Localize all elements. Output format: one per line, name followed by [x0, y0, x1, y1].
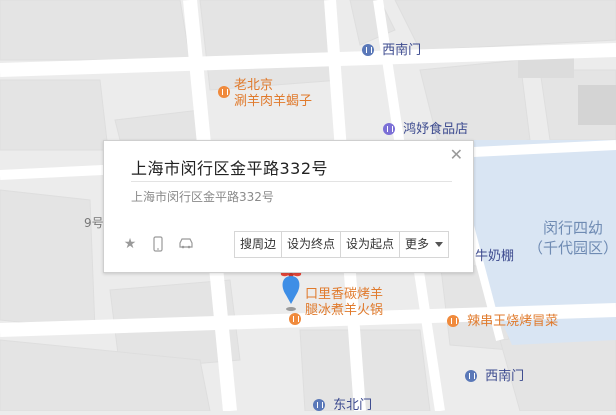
set-end-button[interactable]: 设为终点 — [282, 232, 342, 257]
poi-lachuanwang-label: 辣串王烧烤冒菜 — [467, 314, 559, 329]
more-button[interactable]: 更多 — [400, 232, 448, 257]
area-label-line2: （千代园区） — [528, 239, 616, 257]
popup-title: 上海市闵行区金平路332号 — [131, 159, 329, 178]
poi-xinanmen-top[interactable]: 西南门 — [362, 43, 421, 60]
poi-niunaipeng-label: 牛奶棚 — [475, 249, 515, 264]
poi-laobeijing[interactable]: 老北京 涮羊肉羊蝎子 — [218, 78, 312, 110]
restaurant-icon — [447, 315, 459, 327]
chevron-down-icon — [435, 242, 444, 247]
poi-kouli-line2: 腿冰煮羊火锅 — [305, 303, 384, 318]
close-icon[interactable]: ✕ — [450, 147, 463, 163]
restaurant-icon — [218, 86, 230, 98]
star-icon[interactable]: ★ — [122, 236, 138, 252]
location-marker-icon[interactable] — [279, 268, 303, 312]
popup-tools: ★ — [122, 236, 194, 252]
more-label: 更多 — [405, 237, 430, 251]
location-popup: ✕ 上海市闵行区金平路332号 上海市闵行区金平路332号 ★ 搜周边 设为终点… — [103, 140, 474, 273]
gate-icon — [465, 370, 477, 382]
poi-dongbeimen-label: 东北门 — [333, 398, 373, 413]
gate-icon — [313, 399, 325, 411]
poi-kouli-line1: 口里香碳烤羊 — [305, 287, 384, 302]
area-label-school: 闵行四幼 （千代园区） — [528, 218, 616, 258]
area-label-line1: 闵行四幼 — [543, 219, 604, 237]
poi-hongyu[interactable]: 鸿妤食品店 — [383, 122, 468, 139]
poi-xinanmen-top-label: 西南门 — [382, 43, 422, 58]
poi-hongyu-label: 鸿妤食品店 — [403, 122, 469, 137]
poi-dongbeimen[interactable]: 东北门 — [313, 398, 372, 415]
poi-kouli[interactable]: 口里香碳烤羊 腿冰煮羊火锅 — [289, 287, 384, 325]
shop-icon — [383, 123, 395, 135]
building-number: 9号 — [84, 216, 104, 230]
poi-lachuanwang[interactable]: 辣串王烧烤冒菜 — [447, 314, 558, 331]
search-nearby-button[interactable]: 搜周边 — [235, 232, 283, 257]
poi-niunaipeng[interactable]: 牛奶棚 — [475, 249, 514, 265]
poi-xinanmen-bottom-label: 西南门 — [485, 369, 525, 384]
phone-icon[interactable] — [150, 236, 166, 252]
building-block — [578, 85, 616, 125]
gate-icon — [362, 44, 374, 56]
restaurant-icon — [289, 313, 301, 325]
set-start-button[interactable]: 设为起点 — [341, 232, 401, 257]
poi-laobeijing-line2: 涮羊肉羊蝎子 — [234, 94, 313, 109]
poi-laobeijing-line1: 老北京 — [234, 78, 274, 93]
popup-address: 上海市闵行区金平路332号 — [131, 190, 274, 204]
popup-divider — [131, 181, 452, 182]
poi-xinanmen-bottom[interactable]: 西南门 — [465, 369, 524, 386]
popup-action-buttons: 搜周边 设为终点 设为起点 更多 — [234, 231, 450, 258]
car-icon[interactable] — [178, 236, 194, 252]
